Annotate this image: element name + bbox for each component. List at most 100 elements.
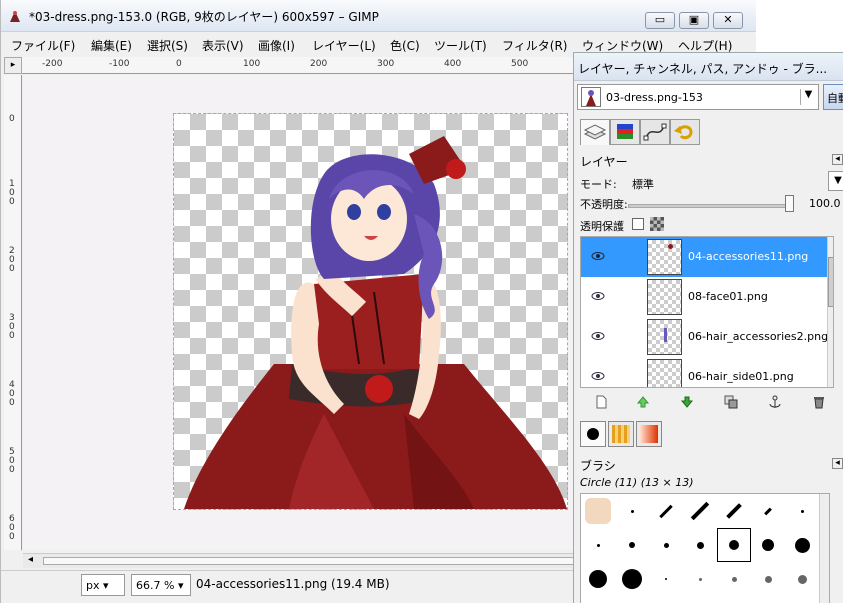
- ruler-label: -100: [109, 59, 130, 69]
- lock-alpha-label: 透明保護: [580, 220, 624, 233]
- image-selector[interactable]: 03-dress.png-153 ▼: [577, 84, 819, 110]
- brush-grid: [580, 493, 830, 603]
- layer-toolbar: [580, 393, 834, 413]
- brush-cell[interactable]: [581, 494, 615, 528]
- tab-channels[interactable]: [610, 119, 640, 145]
- anchor-layer-icon[interactable]: [768, 395, 782, 409]
- brush-cell[interactable]: [615, 494, 649, 528]
- tab-gradients[interactable]: [636, 421, 662, 447]
- maximize-button[interactable]: ▣: [679, 12, 709, 29]
- tab-brushes[interactable]: [580, 421, 606, 447]
- brush-cell-selected[interactable]: [717, 528, 751, 562]
- layer-name: 08-face01.png: [688, 290, 768, 303]
- eye-icon[interactable]: [591, 371, 605, 381]
- menu-filters[interactable]: フィルタ(R): [502, 37, 567, 54]
- menu-tools[interactable]: ツール(T): [434, 37, 487, 54]
- brush-cell[interactable]: [581, 562, 615, 596]
- brush-cell[interactable]: [683, 562, 717, 596]
- character-illustration: [184, 136, 567, 509]
- brush-cell[interactable]: [751, 494, 785, 528]
- new-layer-icon[interactable]: [594, 395, 608, 409]
- eye-icon[interactable]: [591, 331, 605, 341]
- brush-cell[interactable]: [581, 528, 615, 562]
- brush-name: Circle (11) (13 × 13): [580, 476, 694, 489]
- ruler-label: 200: [310, 59, 328, 69]
- close-button[interactable]: ✕: [713, 12, 743, 29]
- ruler-label: 0: [9, 114, 15, 124]
- mode-value[interactable]: 標準: [632, 176, 654, 192]
- menu-colors[interactable]: 色(C): [390, 37, 420, 54]
- scroll-left-icon[interactable]: ◂: [28, 554, 33, 565]
- ruler-label: 100: [243, 59, 261, 69]
- dock-title: レイヤー, チャンネル, パス, アンドゥ - ブラ...: [578, 62, 828, 76]
- ruler-label: 600: [9, 514, 15, 542]
- menu-file[interactable]: ファイル(F): [11, 37, 75, 54]
- layer-list-scrollbar[interactable]: [827, 237, 833, 387]
- layer-name: 06-hair_accessories2.png: [688, 330, 829, 343]
- vertical-ruler[interactable]: 0 100 200 300 400 500 600: [4, 75, 22, 550]
- lock-alpha-checkbox[interactable]: [632, 218, 644, 230]
- status-message: 04-accessories11.png (19.4 MB): [196, 577, 390, 591]
- delete-layer-icon[interactable]: [812, 395, 826, 409]
- panel-menu-icon[interactable]: ◂: [832, 154, 843, 165]
- tab-undo[interactable]: [670, 119, 700, 145]
- tab-paths[interactable]: [640, 119, 670, 145]
- panel-menu-icon[interactable]: ◂: [832, 458, 843, 469]
- tab-patterns[interactable]: [608, 421, 634, 447]
- brush-cell[interactable]: [785, 494, 819, 528]
- ruler-label: 400: [444, 59, 462, 69]
- layer-row[interactable]: 06-hair_side01.png: [581, 357, 827, 387]
- menu-select[interactable]: 選択(S): [147, 37, 188, 54]
- ruler-label: 500: [9, 447, 15, 475]
- menu-image[interactable]: 画像(I): [258, 37, 295, 54]
- brush-cell[interactable]: [615, 562, 649, 596]
- brush-cell[interactable]: [751, 528, 785, 562]
- duplicate-layer-icon[interactable]: [724, 395, 738, 409]
- raise-layer-icon[interactable]: [636, 395, 650, 409]
- tab-layers[interactable]: [580, 119, 610, 145]
- brush-cell[interactable]: [785, 528, 819, 562]
- title-bar: *03-dress.png-153.0 (RGB, 9枚のレイヤー) 600x5…: [1, 0, 756, 32]
- brush-cell[interactable]: [649, 562, 683, 596]
- opacity-label: 不透明度:: [580, 198, 628, 211]
- image-layer-area[interactable]: [173, 113, 568, 510]
- brush-cell[interactable]: [683, 528, 717, 562]
- brush-tabs: [578, 421, 838, 449]
- brush-cell[interactable]: [717, 562, 751, 596]
- eye-icon[interactable]: [591, 291, 605, 301]
- brush-cell[interactable]: [649, 528, 683, 562]
- menu-edit[interactable]: 編集(E): [91, 37, 132, 54]
- image-thumbnail: [581, 87, 601, 107]
- menu-view[interactable]: 表示(V): [202, 37, 244, 54]
- layer-row[interactable]: 08-face01.png: [581, 277, 827, 317]
- menu-layer[interactable]: レイヤー(L): [312, 37, 376, 54]
- brush-grid-scrollbar[interactable]: [819, 494, 829, 603]
- layers-heading: レイヤー: [580, 155, 628, 169]
- layer-row[interactable]: 06-hair_accessories2.png: [581, 317, 829, 357]
- brush-cell[interactable]: [717, 494, 751, 528]
- layer-list: 04-accessories11.png 08-face01.png 06-ha…: [580, 236, 834, 388]
- brush-cell[interactable]: [683, 494, 717, 528]
- opacity-slider[interactable]: [628, 204, 794, 208]
- brush-cell[interactable]: [615, 528, 649, 562]
- eye-icon[interactable]: [591, 251, 605, 261]
- auto-button[interactable]: 自動: [823, 84, 843, 110]
- paths-icon: [643, 123, 667, 141]
- scroll-thumb[interactable]: [828, 257, 833, 307]
- minimize-button[interactable]: ▭: [645, 12, 675, 29]
- zoom-field[interactable]: 66.7 % ▾: [131, 574, 191, 596]
- layer-row[interactable]: 04-accessories11.png: [581, 237, 827, 277]
- brush-cell[interactable]: [785, 562, 819, 596]
- chevron-down-icon[interactable]: ▼: [800, 89, 816, 105]
- unit-select[interactable]: px ▾: [81, 574, 125, 596]
- layer-thumbnail: [647, 319, 682, 355]
- quick-mask-toggle[interactable]: ▸: [4, 57, 22, 74]
- brushes-heading: ブラシ: [580, 459, 616, 473]
- lower-layer-icon[interactable]: [680, 395, 694, 409]
- layers-dock: レイヤー, チャンネル, パス, アンドゥ - ブラ... 03-dress.p…: [573, 52, 843, 603]
- opacity-handle[interactable]: [785, 195, 794, 212]
- brush-cell[interactable]: [649, 494, 683, 528]
- chevron-down-icon[interactable]: ▼: [828, 171, 843, 191]
- brush-cell[interactable]: [751, 562, 785, 596]
- opacity-value[interactable]: 100.0: [809, 197, 841, 210]
